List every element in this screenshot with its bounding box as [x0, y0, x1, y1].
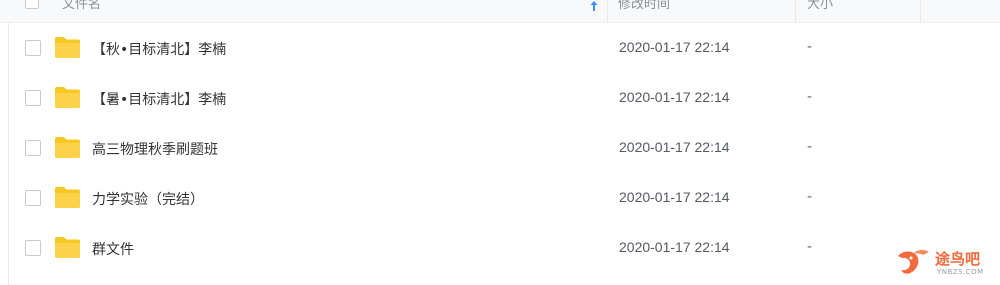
column-divider: [795, 0, 796, 22]
file-row[interactable]: 【暑•目标清北】李楠 2020-01-17 22:14 -: [9, 73, 1000, 123]
row-checkbox[interactable]: [25, 40, 41, 56]
row-checkbox[interactable]: [25, 140, 41, 156]
watermark-text: 途鸟吧: [935, 250, 981, 268]
file-name-link[interactable]: 力学实验（完结）: [92, 189, 204, 209]
file-name-link[interactable]: 高三物理秋季刷题班: [92, 139, 218, 159]
column-divider: [607, 0, 608, 22]
file-size: -: [807, 189, 813, 205]
column-header-modified[interactable]: 修改时间: [618, 0, 670, 12]
sort-ascending-icon[interactable]: [588, 0, 600, 12]
folder-icon: [55, 87, 80, 108]
modified-time: 2020-01-17 22:14: [619, 189, 730, 205]
file-size: -: [807, 139, 813, 155]
column-header-name[interactable]: 文件名: [62, 0, 101, 12]
folder-icon: [55, 37, 80, 58]
column-divider: [920, 0, 921, 22]
file-name-link[interactable]: 群文件: [92, 239, 134, 259]
modified-time: 2020-01-17 22:14: [619, 139, 730, 155]
site-watermark: 途鸟吧 YNBZS.COM: [895, 246, 995, 282]
file-row[interactable]: 群文件 2020-01-17 22:14 -: [9, 223, 1000, 273]
file-name-link[interactable]: 【暑•目标清北】李楠: [92, 89, 226, 109]
file-row[interactable]: 高三物理秋季刷题班 2020-01-17 22:14 -: [9, 123, 1000, 173]
folder-icon: [55, 237, 80, 258]
folder-icon: [55, 187, 80, 208]
watermark-domain: YNBZS.COM: [937, 268, 984, 276]
row-checkbox[interactable]: [25, 240, 41, 256]
select-all-checkbox[interactable]: [25, 0, 39, 9]
file-size: -: [807, 239, 813, 255]
modified-time: 2020-01-17 22:14: [619, 89, 730, 105]
file-size: -: [807, 39, 813, 55]
column-header-size[interactable]: 大小: [807, 0, 833, 12]
modified-time: 2020-01-17 22:14: [619, 39, 730, 55]
row-checkbox[interactable]: [25, 90, 41, 106]
file-row[interactable]: 力学实验（完结） 2020-01-17 22:14 -: [9, 173, 1000, 223]
modified-time: 2020-01-17 22:14: [619, 239, 730, 255]
file-name-link[interactable]: 【秋•目标清北】李楠: [92, 39, 226, 59]
file-size: -: [807, 89, 813, 105]
file-list-header: 文件名 修改时间 大小: [0, 0, 1000, 23]
row-checkbox[interactable]: [25, 190, 41, 206]
file-row[interactable]: 【秋•目标清北】李楠 2020-01-17 22:14 -: [9, 23, 1000, 73]
folder-icon: [55, 137, 80, 158]
bird-logo-icon: [898, 249, 929, 274]
